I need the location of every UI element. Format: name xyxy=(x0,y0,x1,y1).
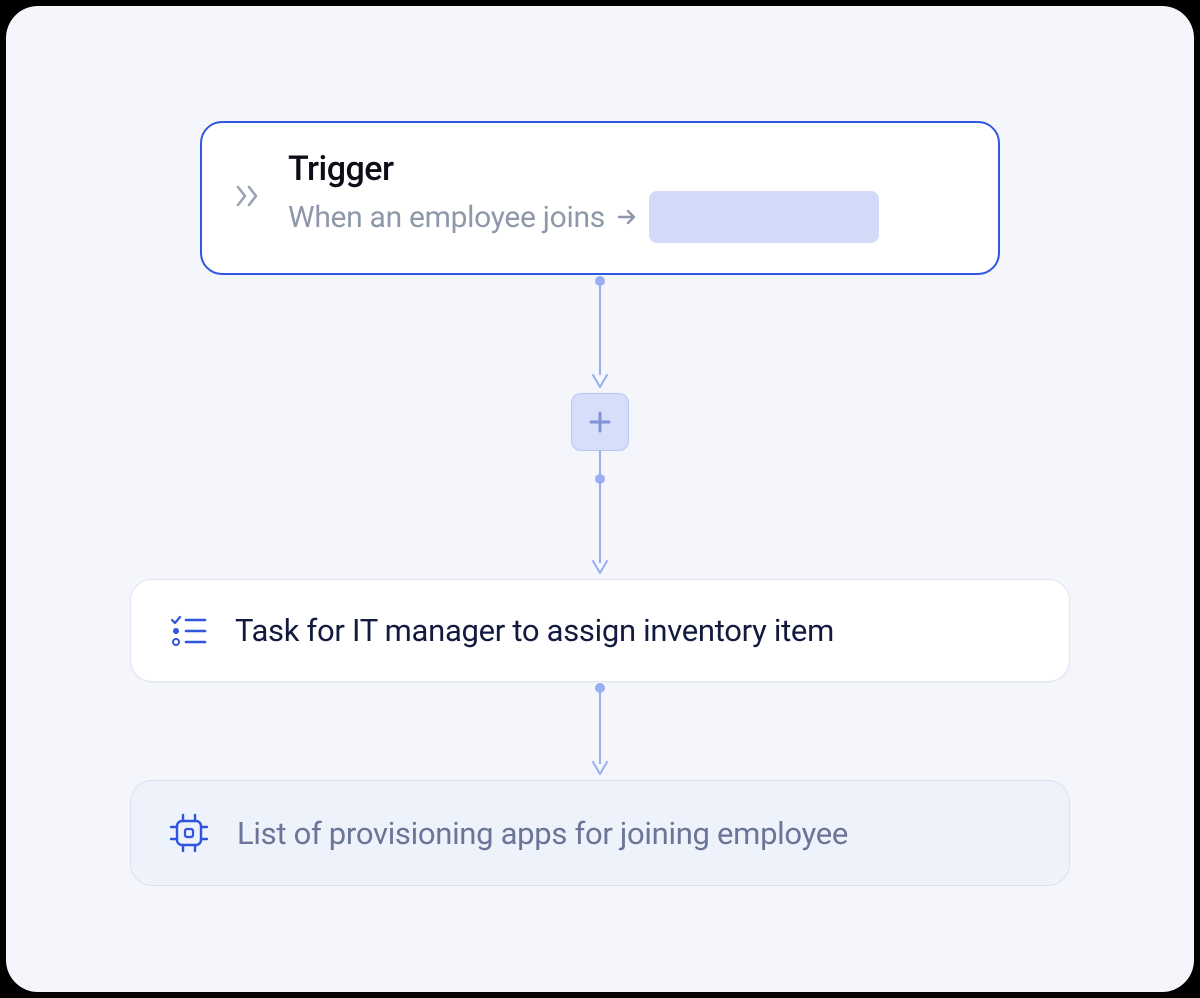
add-step-button[interactable] xyxy=(571,393,629,451)
task-node[interactable]: Task for IT manager to assign inventory … xyxy=(130,579,1070,682)
trigger-subtitle-text: When an employee joins xyxy=(288,200,605,235)
plus-icon xyxy=(586,408,614,436)
chip-icon xyxy=(169,813,209,853)
collapse-icon xyxy=(236,185,262,207)
trigger-target-placeholder[interactable] xyxy=(649,191,879,243)
connector-3 xyxy=(590,682,610,780)
task-node-label: Task for IT manager to assign inventory … xyxy=(235,612,834,649)
connector-2 xyxy=(590,451,610,579)
trigger-subtitle: When an employee joins xyxy=(288,191,964,243)
connector-1 xyxy=(590,275,610,393)
checklist-icon xyxy=(169,614,207,648)
trigger-node[interactable]: Trigger When an employee joins xyxy=(200,121,1000,275)
arrow-right-icon xyxy=(615,205,639,229)
provisioning-node[interactable]: List of provisioning apps for joining em… xyxy=(130,780,1070,886)
trigger-title: Trigger xyxy=(288,149,964,189)
workflow-canvas: Trigger When an employee joins xyxy=(6,6,1194,992)
provisioning-node-label: List of provisioning apps for joining em… xyxy=(237,815,848,852)
